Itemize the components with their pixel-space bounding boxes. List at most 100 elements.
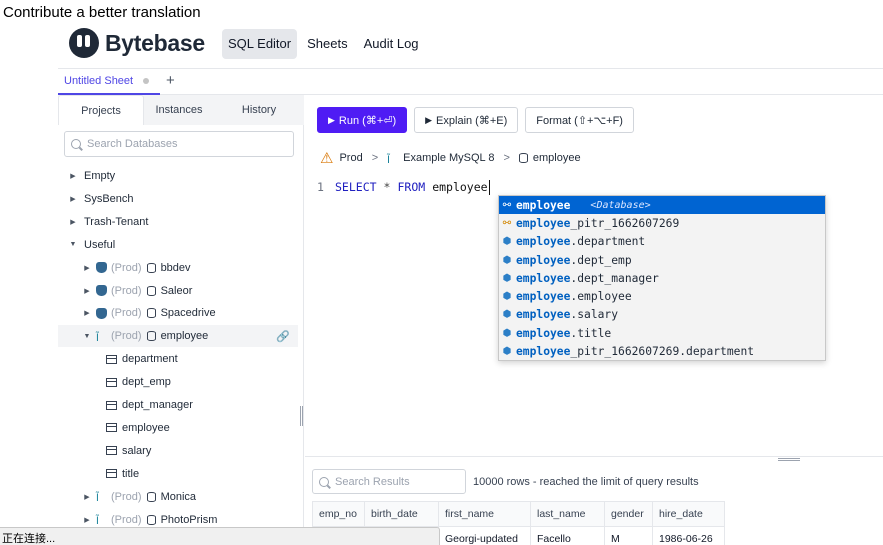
editor-toolbar: ▶ Run (⌘+⏎) ▶ Explain (⌘+E) Format (⇧+⌥+…: [317, 107, 634, 133]
autocomplete-item[interactable]: ⬢ employee .employee: [499, 287, 825, 305]
autocomplete-item[interactable]: ⚯ employee <Database>: [499, 196, 825, 215]
tree-item-label: bbdev: [160, 261, 191, 274]
suggestion-match: employee: [516, 345, 571, 359]
tab-projects[interactable]: Projects: [58, 95, 144, 125]
environment-label: (Prod): [111, 490, 142, 503]
tree-item-pg[interactable]: ▶ (Prod) bbdev: [58, 257, 298, 279]
tree-item-table[interactable]: dept_manager: [58, 394, 298, 416]
chevron-right-icon[interactable]: ▶: [82, 309, 92, 317]
suggestion-match: employee: [516, 271, 571, 285]
tree-item-pg[interactable]: ▶ (Prod) Spacedrive: [58, 302, 298, 324]
suggestion-match: employee: [516, 326, 571, 340]
chevron-down-icon[interactable]: ▼: [68, 241, 78, 248]
nav-sheets[interactable]: Sheets: [301, 29, 353, 59]
tab-history[interactable]: History: [222, 95, 296, 125]
tree-item-label: title: [122, 467, 140, 480]
autocomplete-popup: ⚯ employee <Database> ⚯ employee _pitr_166260…: [498, 195, 826, 361]
tree-item-label: dept_manager: [122, 399, 193, 411]
autocomplete-item[interactable]: ⬢ employee .dept_manager: [499, 269, 825, 287]
chevron-right-icon[interactable]: ▶: [68, 172, 78, 180]
tree-item-table[interactable]: title: [58, 463, 298, 485]
chevron-right-icon[interactable]: ▶: [82, 516, 92, 524]
link-icon[interactable]: 🔗: [276, 330, 290, 343]
autocomplete-item[interactable]: ⬢ employee .dept_emp: [499, 251, 825, 269]
tab-label: Untitled Sheet: [64, 75, 134, 87]
result-resize-handle[interactable]: [778, 458, 800, 461]
tree-item-label: employee: [122, 421, 170, 434]
autocomplete-item[interactable]: ⬢ employee _pitr_1662607269.department: [499, 342, 825, 360]
breadcrumb-database[interactable]: employee: [533, 152, 581, 164]
autocomplete-item[interactable]: ⚯ employee _pitr_1662607269: [499, 214, 825, 232]
play-icon: ▶: [425, 114, 433, 125]
column-header[interactable]: first_name: [438, 501, 531, 527]
connection-breadcrumb: ⚠ Prod > ꞁ̃ Example MySQL 8 > employee: [320, 149, 581, 167]
autocomplete-item[interactable]: ⬢ employee .salary: [499, 306, 825, 324]
autocomplete-item[interactable]: ⬢ employee .department: [499, 233, 825, 251]
nav-audit-log[interactable]: Audit Log: [358, 29, 425, 59]
format-button[interactable]: Format (⇧+⌥+F): [525, 107, 634, 133]
translation-banner[interactable]: Contribute a better translation: [0, 0, 240, 22]
postgresql-icon: [96, 307, 107, 319]
tree-item-table[interactable]: salary: [58, 440, 298, 462]
run-label: Run (⌘+⏎): [338, 114, 397, 127]
table-suggestion-icon: ⬢: [502, 327, 512, 339]
tab-instances[interactable]: Instances: [144, 95, 214, 125]
add-tab-button[interactable]: +: [166, 72, 175, 89]
tree-item-table[interactable]: dept_emp: [58, 371, 298, 393]
tree-item-project[interactable]: ▶ SysBench: [58, 188, 298, 210]
column-header[interactable]: hire_date: [652, 501, 725, 527]
suggestion-rest: .salary: [570, 308, 619, 322]
column-header[interactable]: last_name: [530, 501, 605, 527]
unsaved-dot-icon: [143, 78, 150, 84]
tree-item-table[interactable]: department: [58, 348, 298, 370]
nav-sql-editor[interactable]: SQL Editor: [222, 29, 298, 59]
tree-item-project[interactable]: ▼ Useful: [58, 234, 298, 256]
column-header[interactable]: birth_date: [364, 501, 439, 527]
tree-item-label: dept_emp: [122, 376, 171, 389]
postgresql-icon: [96, 262, 107, 274]
autocomplete-item[interactable]: ⬢ employee .title: [499, 324, 825, 342]
brand-logo[interactable]: Bytebase: [69, 28, 205, 58]
search-icon: [71, 139, 81, 149]
chevron-right-icon[interactable]: ▶: [82, 264, 92, 272]
tree-item-table[interactable]: employee: [58, 417, 298, 439]
tree-item-label: Useful: [84, 238, 116, 251]
tree-item-project[interactable]: ▶ Trash-Tenant: [58, 211, 298, 233]
chevron-right-icon[interactable]: ▶: [68, 218, 78, 226]
tree-item-label: salary: [122, 444, 152, 457]
breadcrumb-environment[interactable]: Prod: [339, 152, 362, 164]
table-cell: Georgi-updated: [438, 526, 531, 545]
breadcrumb-separator: >: [503, 152, 510, 164]
environment-label: (Prod): [111, 261, 142, 274]
run-button[interactable]: ▶ Run (⌘+⏎): [317, 107, 408, 133]
tree-item-label: Trash-Tenant: [84, 215, 149, 228]
tree-item-pg[interactable]: ▶ (Prod) Saleor: [58, 280, 298, 302]
sidebar-resize-handle[interactable]: [300, 406, 303, 426]
tree-item-project[interactable]: ▶ Empty: [58, 165, 298, 187]
postgresql-icon: [96, 285, 107, 296]
tree-item-label: department: [122, 353, 178, 366]
table-icon: [106, 400, 117, 410]
tree-item-label: SysBench: [84, 192, 134, 205]
chevron-right-icon[interactable]: ▶: [82, 287, 92, 295]
database-icon: [146, 514, 156, 525]
tab-untitled-sheet[interactable]: Untitled Sheet: [58, 69, 160, 95]
tree-item-mysql[interactable]: ▶ ꞁ̃ (Prod) Monica: [58, 486, 298, 508]
tree-item-mysql[interactable]: ▼ ꞁ̃ (Prod) employee 🔗: [58, 325, 298, 348]
table-suggestion-icon: ⬢: [502, 291, 512, 303]
search-databases-input[interactable]: [87, 138, 277, 150]
column-header[interactable]: emp_no: [312, 501, 365, 527]
chevron-down-icon[interactable]: ▼: [82, 333, 92, 340]
warning-icon: ⚠: [320, 150, 334, 167]
chevron-right-icon[interactable]: ▶: [82, 493, 92, 501]
environment-label: (Prod): [111, 307, 142, 320]
suggestion-match: employee: [516, 216, 571, 230]
text-cursor: [488, 179, 491, 195]
search-icon: [319, 476, 329, 487]
search-results-input[interactable]: [335, 475, 455, 488]
explain-button[interactable]: ▶ Explain (⌘+E): [414, 107, 519, 133]
column-header[interactable]: gender: [604, 501, 653, 527]
environment-label: (Prod): [111, 284, 142, 297]
breadcrumb-instance[interactable]: Example MySQL 8: [403, 152, 494, 164]
chevron-right-icon[interactable]: ▶: [68, 195, 78, 203]
